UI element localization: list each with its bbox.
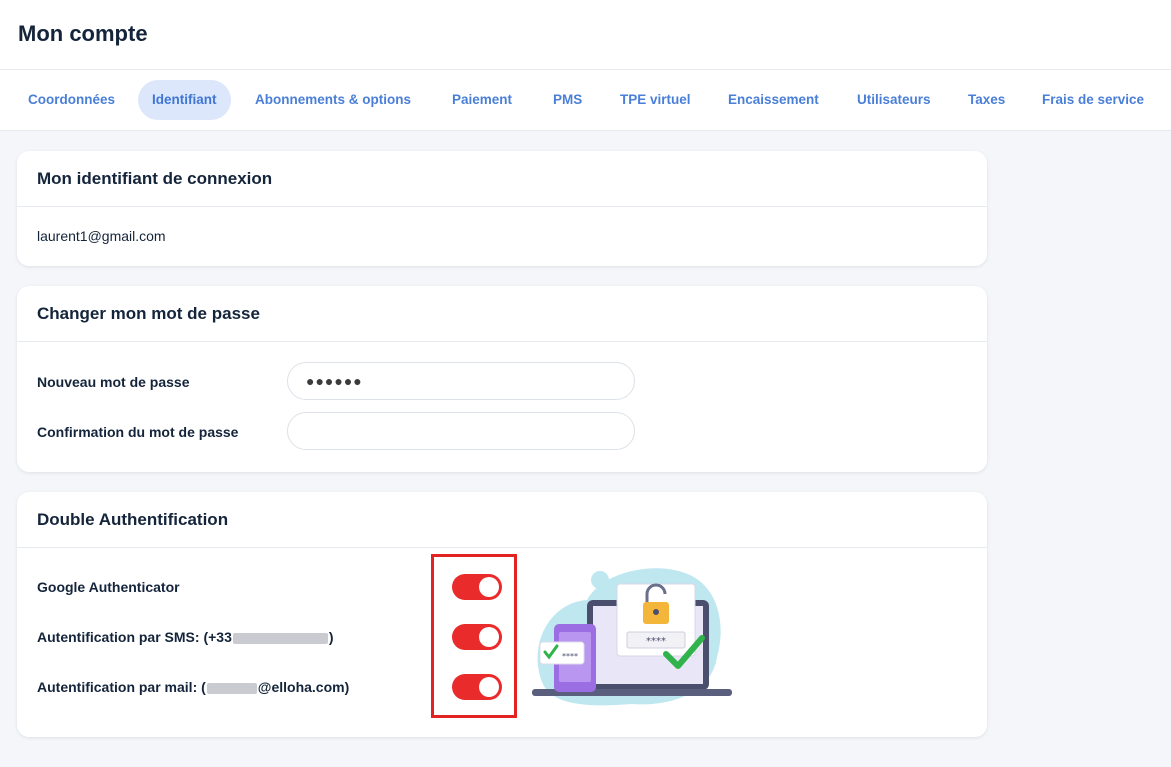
tab-utilisateurs[interactable]: Utilisateurs (843, 80, 945, 120)
security-illustration: **** **** (532, 568, 732, 706)
toggle-knob (479, 677, 499, 697)
tab-paiement[interactable]: Paiement (438, 80, 526, 120)
page-title: Mon compte (18, 21, 148, 46)
new-password-field[interactable]: ●●●●●● (287, 362, 635, 400)
tab-frais-de-service[interactable]: Frais de service (1028, 80, 1158, 120)
tab-identifiant[interactable]: Identifiant (138, 80, 231, 120)
mail-auth-toggle[interactable] (452, 674, 502, 700)
login-email: laurent1@gmail.com (37, 228, 166, 244)
sms-label-suffix: ) (328, 629, 334, 645)
confirm-password-label: Confirmation du mot de passe (37, 424, 239, 440)
google-authenticator-toggle[interactable] (452, 574, 502, 600)
mail-auth-label: Autentification par mail: ( @elloha.com) (37, 679, 349, 695)
sms-auth-label: Autentification par SMS: (+33) (37, 629, 334, 645)
two-factor-card: Double Authentification Google Authentic… (17, 492, 987, 737)
tab-coordonnees[interactable]: Coordonnées (14, 80, 129, 120)
tab-abonnements-options[interactable]: Abonnements & options (241, 80, 425, 120)
mail-label-suffix: @elloha.com) (257, 679, 350, 695)
toggle-knob (479, 627, 499, 647)
redacted-email-user (206, 682, 257, 694)
toggle-knob (479, 577, 499, 597)
two-factor-card-title: Double Authentification (17, 492, 987, 548)
google-authenticator-label: Google Authenticator (37, 579, 180, 595)
login-card-title: Mon identifiant de connexion (17, 151, 987, 207)
password-card: Changer mon mot de passe Nouveau mot de … (17, 286, 987, 472)
tab-pms[interactable]: PMS (539, 80, 596, 120)
new-password-label: Nouveau mot de passe (37, 374, 190, 390)
login-card: Mon identifiant de connexion laurent1@gm… (17, 151, 987, 266)
tab-tpe-virtuel[interactable]: TPE virtuel (606, 80, 705, 120)
redacted-phone (232, 632, 328, 644)
tab-bar: Coordonnées Identifiant Abonnements & op… (0, 70, 1171, 131)
sms-auth-toggle[interactable] (452, 624, 502, 650)
tab-encaissement[interactable]: Encaissement (714, 80, 833, 120)
svg-text:****: **** (562, 652, 578, 661)
sms-label-prefix: Autentification par SMS: (+33 (37, 629, 232, 645)
tab-taxes[interactable]: Taxes (954, 80, 1019, 120)
mail-label-prefix: Autentification par mail: ( (37, 679, 206, 695)
svg-text:****: **** (646, 636, 666, 647)
top-bar: Mon compte (0, 0, 1171, 70)
confirm-password-field[interactable] (287, 412, 635, 450)
password-card-title: Changer mon mot de passe (17, 286, 987, 342)
